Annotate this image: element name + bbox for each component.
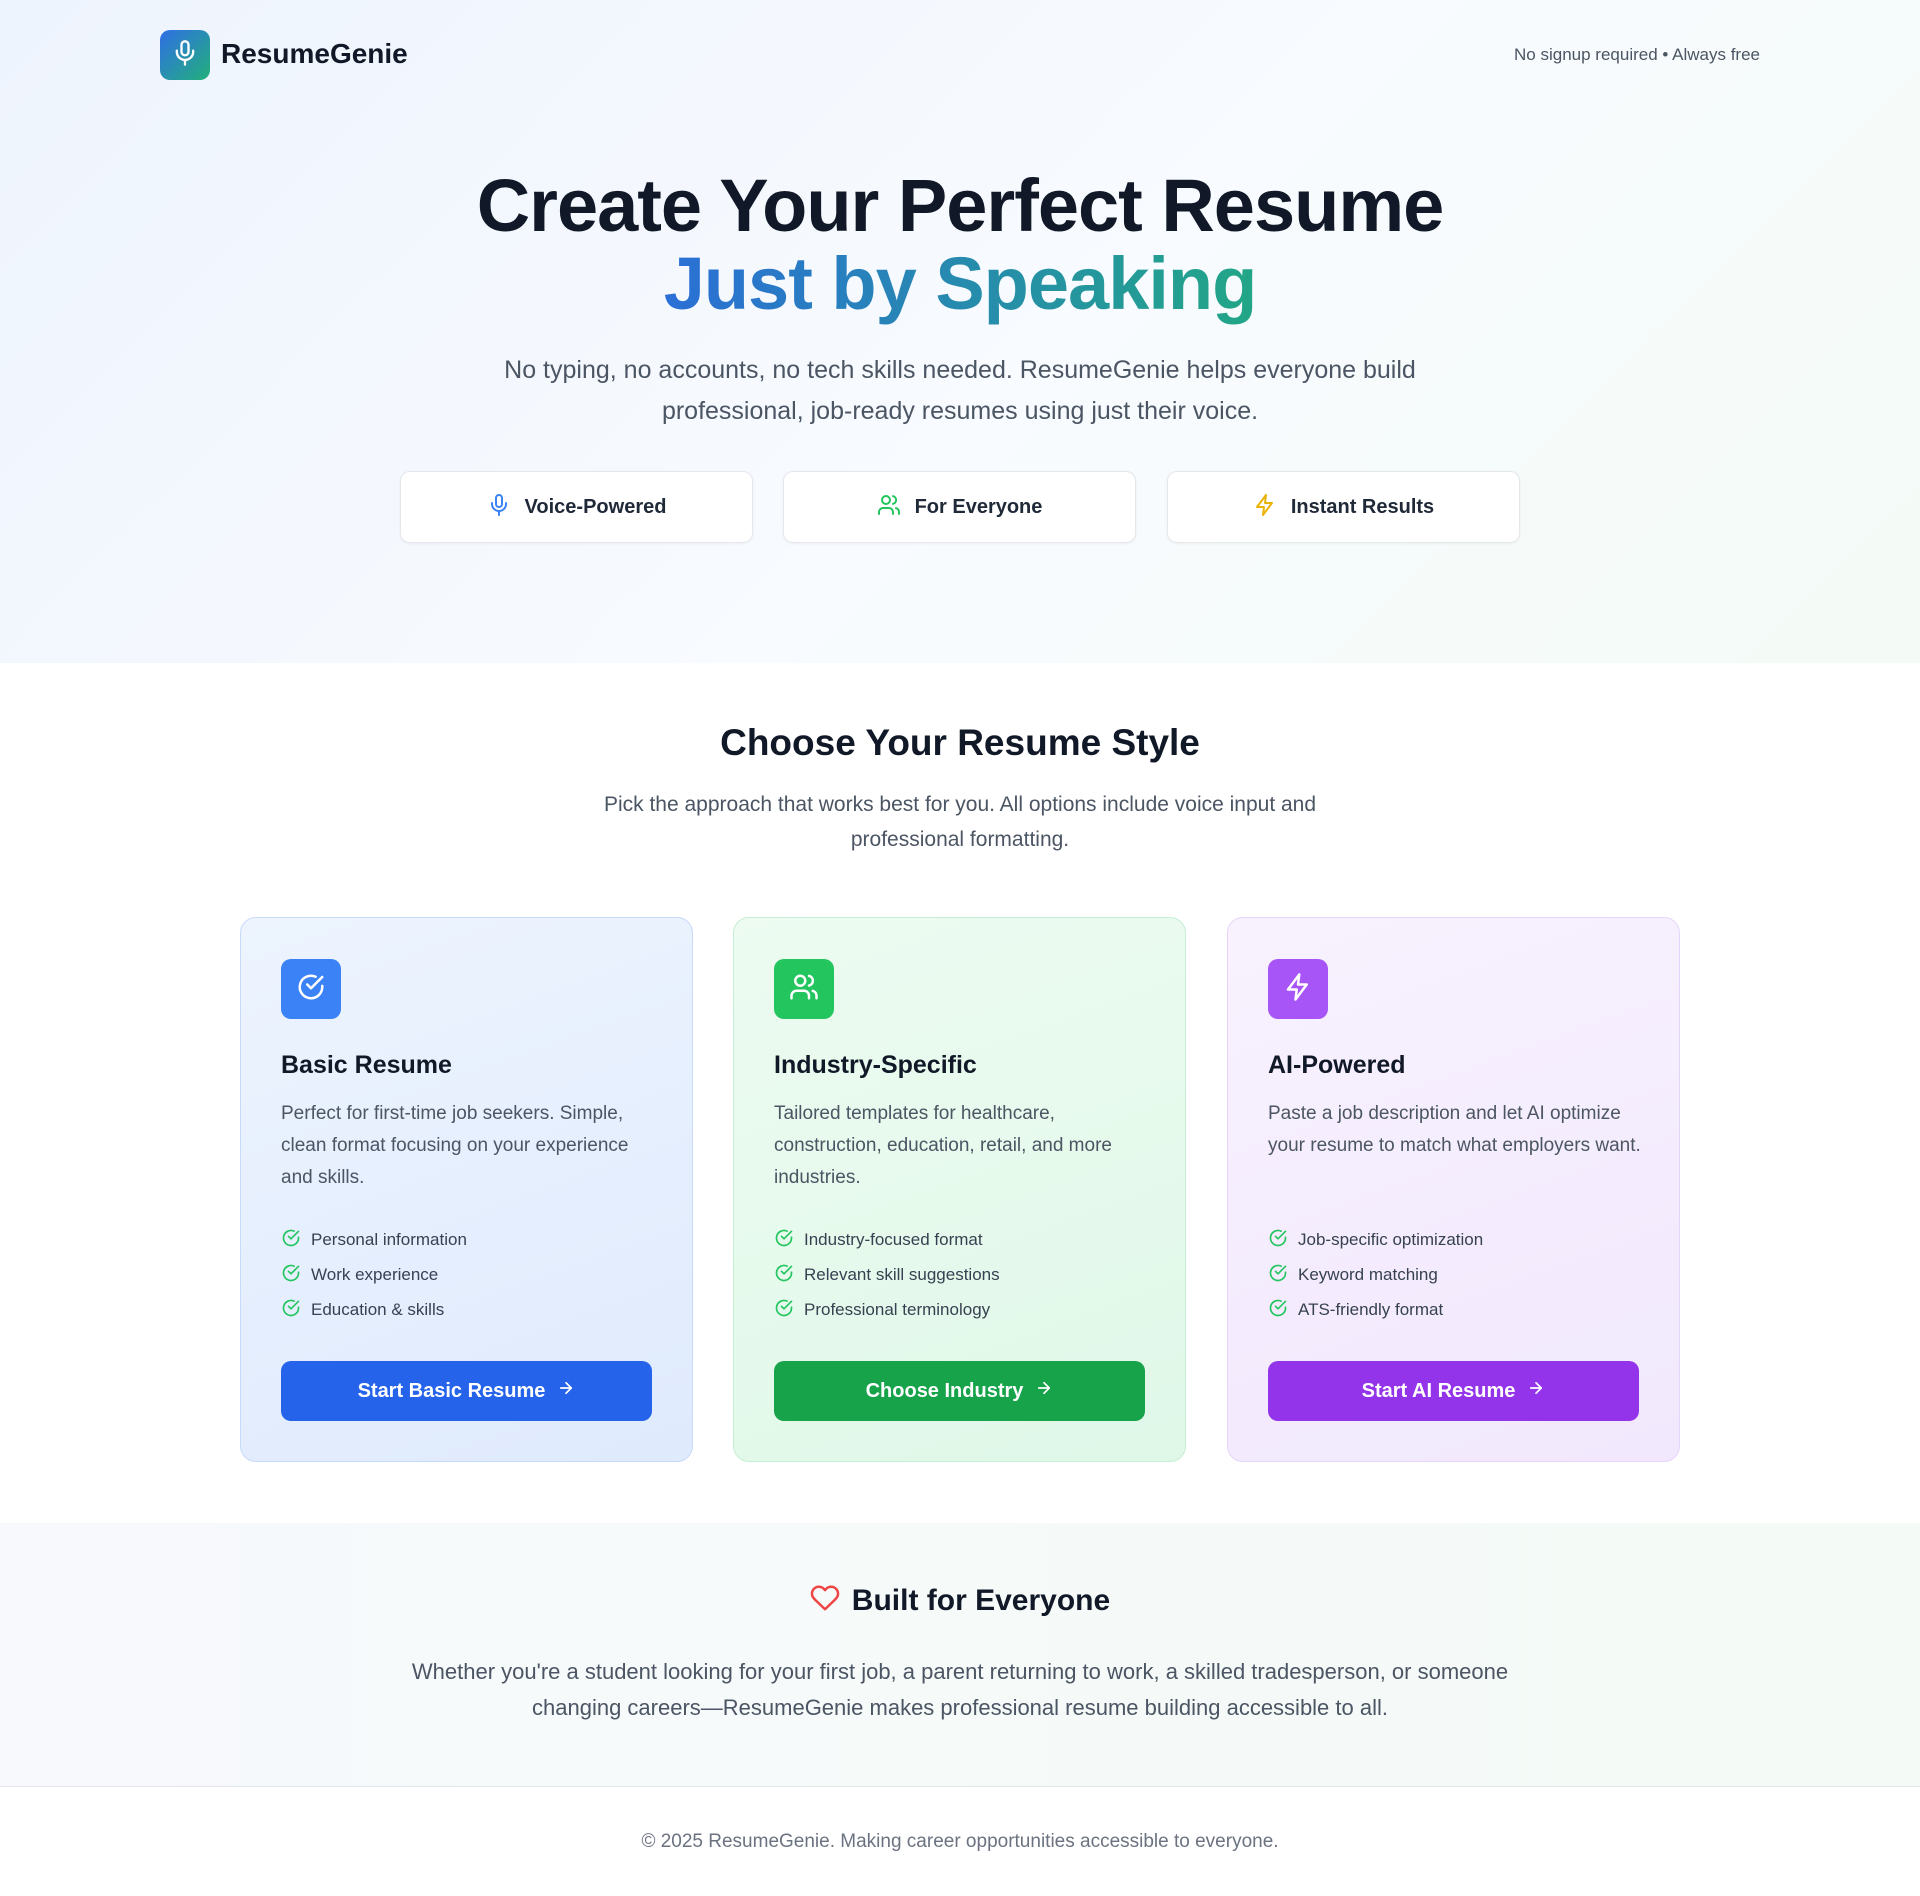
hero-section: ResumeGenie No signup required • Always …	[0, 0, 1920, 663]
feature-pill-voice: Voice-Powered	[400, 471, 753, 543]
arrow-right-icon	[1527, 1379, 1545, 1403]
users-icon	[789, 972, 819, 1007]
site-footer: © 2025 ResumeGenie. Making career opport…	[0, 1786, 1920, 1896]
card-industry-specific: Industry-Specific Tailored templates for…	[733, 917, 1186, 1462]
everyone-heading: Built for Everyone	[0, 1583, 1920, 1618]
check-circle-icon	[774, 1263, 794, 1288]
built-for-everyone-section: Built for Everyone Whether you're a stud…	[0, 1523, 1920, 1786]
check-circle-icon	[281, 1263, 301, 1288]
feature-label: Job-specific optimization	[1298, 1230, 1484, 1249]
hero-subtitle: No typing, no accounts, no tech skills n…	[504, 356, 1416, 425]
feature-label: Keyword matching	[1298, 1265, 1438, 1284]
pill-label: For Everyone	[914, 495, 1043, 518]
microphone-icon	[487, 493, 511, 522]
card-title: AI-Powered	[1268, 1051, 1406, 1079]
button-label: Start Basic Resume	[357, 1379, 546, 1402]
app-name[interactable]: ResumeGenie	[221, 38, 408, 70]
check-circle-icon	[281, 1298, 301, 1323]
card-basic-resume: Basic Resume Perfect for first-time job …	[240, 917, 693, 1462]
feature-item: Job-specific optimization	[1268, 1228, 1483, 1252]
start-ai-resume-button[interactable]: Start AI Resume	[1268, 1361, 1639, 1421]
feature-label: Professional terminology	[804, 1300, 991, 1319]
feature-item: Personal information	[281, 1228, 467, 1252]
everyone-text: Whether you're a student looking for you…	[411, 1659, 1509, 1720]
card-title: Industry-Specific	[774, 1051, 977, 1079]
card-description: Perfect for first-time job seekers. Simp…	[281, 1103, 629, 1188]
microphone-icon	[171, 39, 199, 72]
check-circle-icon	[296, 972, 326, 1007]
section-subtitle: Pick the approach that works best for yo…	[603, 793, 1317, 851]
heart-icon	[810, 1583, 840, 1618]
feature-item: ATS-friendly format	[1268, 1298, 1443, 1322]
header-tagline: No signup required • Always free	[1514, 45, 1760, 64]
feature-item: Relevant skill suggestions	[774, 1263, 1000, 1287]
arrow-right-icon	[557, 1379, 575, 1403]
start-basic-resume-button[interactable]: Start Basic Resume	[281, 1361, 652, 1421]
feature-item: Keyword matching	[1268, 1263, 1438, 1287]
card-description: Tailored templates for healthcare, const…	[774, 1103, 1112, 1188]
feature-item: Work experience	[281, 1263, 438, 1287]
feature-label: Work experience	[311, 1265, 439, 1284]
feature-label: Education & skills	[311, 1300, 445, 1319]
card-icon-badge	[281, 959, 341, 1019]
section-title: Choose Your Resume Style	[720, 722, 1200, 763]
feature-pill-everyone: For Everyone	[783, 471, 1136, 543]
lightning-icon	[1283, 972, 1313, 1007]
feature-label: Relevant skill suggestions	[804, 1265, 1000, 1284]
card-title: Basic Resume	[281, 1051, 452, 1079]
feature-label: ATS-friendly format	[1298, 1300, 1444, 1319]
feature-item: Education & skills	[281, 1298, 444, 1322]
choose-industry-button[interactable]: Choose Industry	[774, 1361, 1145, 1421]
feature-item: Industry-focused format	[774, 1228, 983, 1252]
hero-title-line2: Just by Speaking	[0, 246, 1920, 322]
card-description: Paste a job description and let AI optim…	[1268, 1103, 1641, 1156]
logo-badge[interactable]	[160, 30, 210, 80]
card-ai-powered: AI-Powered Paste a job description and l…	[1227, 917, 1680, 1462]
check-circle-icon	[1268, 1228, 1288, 1253]
feature-pill-instant: Instant Results	[1167, 471, 1520, 543]
check-circle-icon	[774, 1228, 794, 1253]
button-label: Start AI Resume	[1361, 1379, 1516, 1402]
check-circle-icon	[281, 1228, 301, 1253]
hero-title-gradient: Just by Speaking	[663, 242, 1258, 325]
check-circle-icon	[1268, 1298, 1288, 1323]
card-icon-badge	[1268, 959, 1328, 1019]
check-circle-icon	[1268, 1263, 1288, 1288]
hero-title-line1: Create Your Perfect Resume	[476, 164, 1445, 247]
feature-item: Professional terminology	[774, 1298, 990, 1322]
lightning-icon	[1253, 493, 1277, 522]
site-header: ResumeGenie No signup required • Always …	[160, 30, 1760, 80]
feature-label: Industry-focused format	[804, 1230, 983, 1249]
users-icon	[877, 493, 901, 522]
pill-label: Voice-Powered	[524, 495, 667, 518]
footer-copyright: © 2025 ResumeGenie. Making career opport…	[641, 1831, 1279, 1852]
check-circle-icon	[774, 1298, 794, 1323]
everyone-title: Built for Everyone	[851, 1583, 1111, 1617]
card-icon-badge	[774, 959, 834, 1019]
button-label: Choose Industry	[865, 1379, 1024, 1402]
arrow-right-icon	[1035, 1379, 1053, 1403]
pill-label: Instant Results	[1290, 495, 1435, 518]
feature-label: Personal information	[311, 1230, 467, 1249]
